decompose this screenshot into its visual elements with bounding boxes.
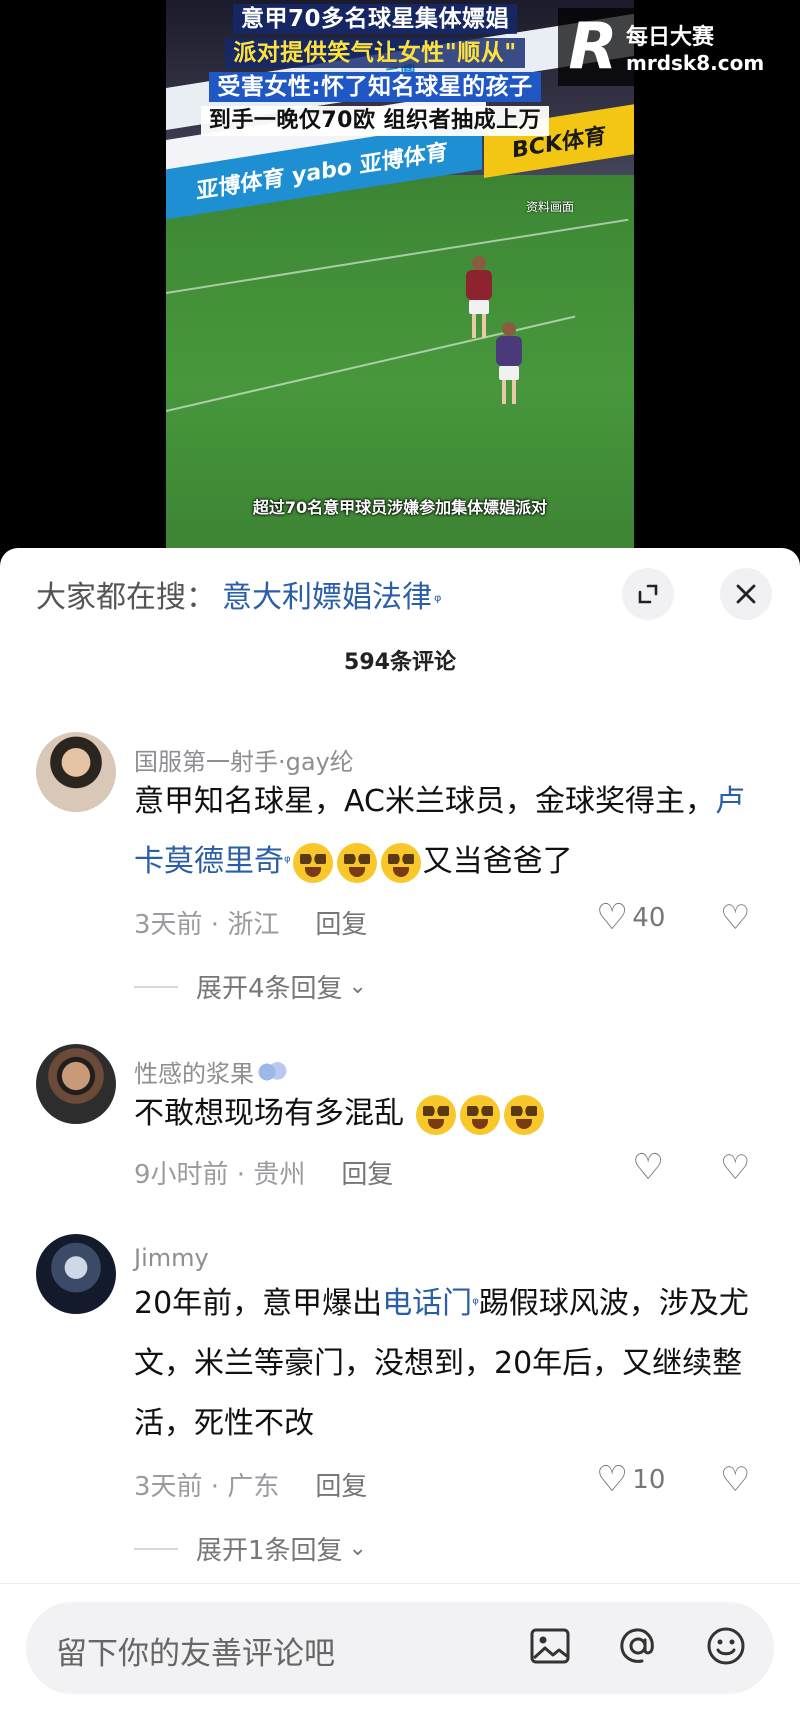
headline-line-4: 到手一晚仅70欧 组织者抽成上万	[200, 106, 550, 136]
comment-text-part: 又当爸爸了	[422, 844, 573, 879]
chevron-down-icon: ⌄	[348, 974, 367, 999]
comment-text: 不敢想现场有多混乱	[134, 1084, 764, 1144]
avatar[interactable]	[36, 1234, 116, 1314]
broken-heart-icon[interactable]: ♡	[720, 1148, 750, 1188]
comment-search-link[interactable]: 电话门	[382, 1286, 472, 1321]
crying-laughing-emoji-icon	[336, 842, 377, 883]
heart-icon: ♡	[596, 897, 629, 938]
comment-meta: 3天前 · 浙江 回复	[134, 904, 367, 941]
like-count: 10	[632, 1465, 666, 1495]
comment-input-placeholder: 留下你的友善评论吧	[56, 1636, 335, 1672]
player-figure	[496, 322, 522, 404]
comment-count: 594条评论	[344, 650, 456, 675]
comment-text-part: 意甲知名球星，AC米兰球员，金球奖得主，	[134, 784, 715, 819]
watermark-url: mrdsk8.com	[626, 51, 765, 75]
expand-replies-label: 展开1条回复	[196, 1536, 343, 1566]
headline-line-1: 意甲70多名球星集体嫖娼	[232, 4, 517, 34]
search-icon: ᵠ	[472, 1294, 479, 1313]
reply-button[interactable]: 回复	[341, 1154, 393, 1191]
watermark-logo: R	[568, 10, 618, 84]
source-tag: 资料画面	[526, 200, 575, 214]
comment-text: 意甲知名球星，AC米兰球员，金球奖得主，卢卡莫德里奇ᵠ 又当爸爸了	[134, 772, 764, 892]
trending-search: 大家都在搜： 意大利嫖娼法律 ᵠ	[36, 572, 441, 616]
at-icon[interactable]	[616, 1624, 660, 1679]
comment-meta: 3天前 · 广东 回复	[134, 1466, 367, 1503]
trending-search-link[interactable]: 意大利嫖娼法律	[222, 572, 432, 616]
heart-icon: ♡	[632, 1147, 665, 1188]
expand-replies-button[interactable]: 展开4条回复 ⌄	[134, 968, 367, 1005]
expand-replies-button[interactable]: 展开1条回复 ⌄	[134, 1530, 367, 1567]
headline-line-2: 派对提供笑气让女性"顺从"	[225, 38, 525, 68]
player-figure	[466, 256, 492, 338]
trending-search-prefix: 大家都在搜：	[36, 580, 216, 615]
expand-replies-label: 展开4条回复	[196, 974, 343, 1004]
like-button[interactable]: ♡	[632, 1150, 668, 1186]
close-sheet-button[interactable]	[720, 568, 772, 620]
avatar[interactable]	[36, 732, 116, 812]
like-button[interactable]: ♡ 40	[596, 900, 665, 936]
close-icon	[736, 584, 756, 604]
headline-overlay: 意甲70多名球星集体嫖娼 派对提供笑气让女性"顺从" 受害女性:怀了知名球星的孩…	[174, 4, 576, 136]
broken-heart-icon[interactable]: ♡	[720, 1460, 750, 1500]
comment-meta: 9小时前 · 贵州 回复	[134, 1154, 393, 1191]
avatar[interactable]	[36, 1044, 116, 1124]
search-icon: ᵠ	[284, 852, 291, 871]
watermark: R 每日大赛 mrdsk8.com	[558, 8, 792, 86]
search-icon[interactable]: ᵠ	[434, 591, 441, 612]
video-player[interactable]: 云鼎 亚博体育 yabo 亚博体育 BCK体育 意甲70多名球星集体嫖娼 派对提…	[0, 0, 800, 548]
comment-text-part: 不敢想现场有多混乱	[134, 1096, 414, 1131]
crying-laughing-emoji-icon	[415, 1094, 456, 1135]
pitch-line	[166, 218, 629, 294]
like-count: 40	[632, 903, 666, 933]
divider	[134, 985, 178, 988]
comment-text-part: 20年前，意甲爆出	[134, 1286, 383, 1321]
reply-button[interactable]: 回复	[315, 904, 367, 941]
crying-laughing-emoji-icon	[292, 842, 333, 883]
headline-line-3: 受害女性:怀了知名球星的孩子	[209, 72, 541, 102]
crying-laughing-emoji-icon	[380, 842, 421, 883]
image-icon[interactable]	[528, 1624, 572, 1679]
divider	[134, 1547, 178, 1550]
comment-time-location: 3天前 · 浙江	[134, 910, 280, 940]
like-button[interactable]: ♡ 10	[596, 1462, 665, 1498]
crying-laughing-emoji-icon	[503, 1094, 544, 1135]
comment-time-location: 9小时前 · 贵州	[134, 1160, 306, 1190]
crying-laughing-emoji-icon	[459, 1094, 500, 1135]
comment-text: 20年前，意甲爆出电话门ᵠ踢假球风波，涉及尤文，米兰等豪门，没想到，20年后，又…	[134, 1274, 764, 1454]
video-subtitle: 超过70名意甲球员涉嫌参加集体嫖娼派对	[252, 498, 548, 517]
user-badge-icon	[258, 1060, 288, 1083]
expand-sheet-button[interactable]	[622, 568, 674, 620]
broken-heart-icon[interactable]: ♡	[720, 898, 750, 938]
comment-author[interactable]: Jimmy	[134, 1244, 209, 1272]
heart-icon: ♡	[596, 1459, 629, 1500]
comment-input[interactable]: 留下你的友善评论吧	[26, 1602, 774, 1694]
expand-icon	[638, 584, 658, 604]
reply-button[interactable]: 回复	[315, 1466, 367, 1503]
comments-sheet: 大家都在搜： 意大利嫖娼法律 ᵠ 594条评论 国服第一射手·gay纶 意甲知名…	[0, 548, 800, 1709]
divider	[0, 1583, 800, 1584]
comment-time-location: 3天前 · 广东	[134, 1472, 280, 1502]
watermark-brand: 每日大赛	[626, 25, 715, 50]
chevron-down-icon: ⌄	[348, 1536, 367, 1561]
emoji-icon[interactable]	[704, 1624, 748, 1679]
